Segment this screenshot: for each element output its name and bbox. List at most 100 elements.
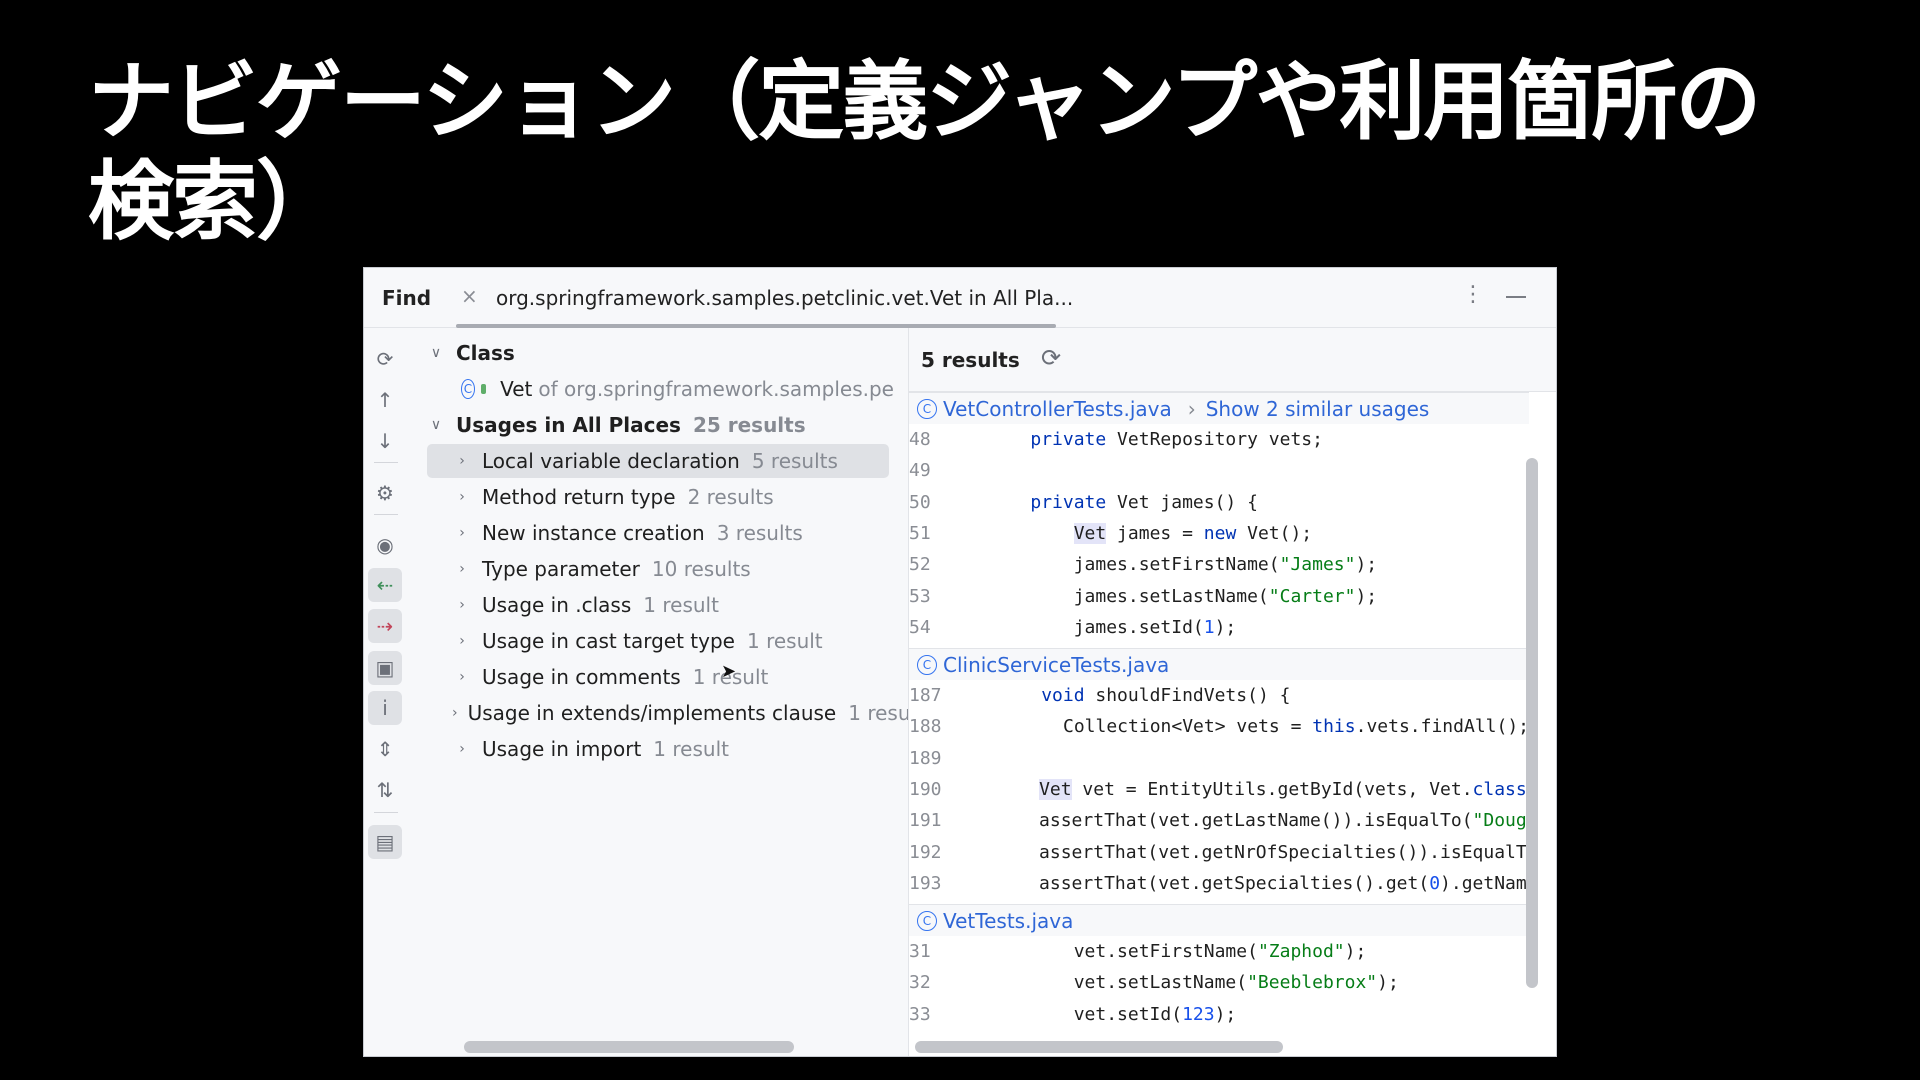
more-vertical-icon[interactable]: ⋮ (1462, 282, 1484, 307)
usage-file-name[interactable]: VetControllerTests.java (943, 397, 1172, 421)
folder-search-icon[interactable]: ▣ (368, 651, 402, 685)
code-line[interactable]: 50 private Vet james() { (909, 487, 1529, 518)
code-text: assertThat(vet.getNrOfSpecialties()).isE… (941, 841, 1529, 863)
chevron-right-icon[interactable]: › (452, 561, 472, 577)
line-number: 54 (909, 616, 931, 638)
code-line[interactable]: 53 james.setLastName("Carter"); (909, 581, 1529, 612)
usage-category-label: New instance creation (482, 521, 705, 545)
code-line[interactable]: 189 (909, 743, 1529, 774)
code-line[interactable]: 191 assertThat(vet.getLastName()).isEqua… (909, 805, 1529, 836)
usage-preview: 5 results ⟳ C VetControllerTests.java › Sho… (908, 328, 1556, 1056)
close-icon[interactable]: × (461, 284, 478, 308)
class-icon: C (917, 910, 937, 931)
refresh-icon[interactable]: ⟳ (368, 342, 402, 376)
code-line[interactable]: 49 (909, 455, 1529, 486)
chevron-right-icon[interactable]: › (452, 633, 472, 649)
code-line[interactable]: 33 vet.setId(123); (909, 999, 1529, 1030)
tree-group-class[interactable]: ∨ Class (414, 336, 894, 370)
code-text: vet.setId(123); (987, 1003, 1237, 1025)
tree-item-usage-category[interactable]: › New instance creation 3 results (414, 516, 894, 550)
eye-icon[interactable]: ◉ (368, 528, 402, 562)
code-line[interactable]: 54 james.setId(1); (909, 612, 1529, 643)
chevron-down-icon[interactable]: ∨ (426, 345, 446, 361)
tree-item-usage-category[interactable]: › Usage in import 1 result (414, 732, 894, 766)
tree-group-usages[interactable]: ∨ Usages in All Places 25 results (414, 408, 894, 442)
code-line[interactable]: 32 vet.setLastName("Beeblebrox"); (909, 967, 1529, 998)
usages-tree: ∨ Class C Vet of org.springframework.sam… (414, 328, 908, 1056)
code-line[interactable]: 188 Collection<Vet> vets = this.vets.fin… (909, 711, 1529, 742)
slide-title: ナビゲーション（定義ジャンプや利用箇所の検索） (88, 52, 1761, 252)
class-detail: of org.springframework.samples.pe (538, 377, 894, 401)
chevron-right-icon[interactable]: › (452, 489, 472, 505)
tree-group-label: Class (456, 341, 515, 365)
code-line[interactable]: 193 assertThat(vet.getSpecialties().get(… (909, 868, 1529, 899)
show-similar-usages-link[interactable]: › Show 2 similar usages (1188, 397, 1430, 421)
code-line[interactable]: 51 Vet james = new Vet(); (909, 518, 1529, 549)
chevron-right-icon[interactable]: › (452, 669, 472, 685)
tab-find-usages[interactable]: org.springframework.samples.petclinic.ve… (496, 286, 1073, 310)
mouse-cursor-icon: ➤ (721, 661, 737, 682)
tree-item-usage-category[interactable]: › Method return type 2 results (414, 480, 894, 514)
code-text: private VetRepository vets; (1030, 429, 1323, 450)
chevron-right-icon[interactable]: › (452, 705, 458, 721)
line-number: 189 (909, 747, 942, 769)
tree-item-usage-category[interactable]: › Usage in cast target type 1 result (414, 624, 894, 658)
usage-category-label: Usage in cast target type (482, 629, 735, 653)
arrow-down-icon[interactable]: ↓ (368, 424, 402, 458)
preview-header: 5 results ⟳ (909, 328, 1556, 392)
usage-file-name[interactable]: ClinicServiceTests.java (943, 653, 1169, 677)
code-text: vet.setFirstName("Zaphod"); (987, 941, 1367, 962)
code-text: james.setId(1); (987, 616, 1237, 638)
line-number: 193 (909, 872, 942, 894)
preview-horizontal-scrollbar[interactable] (915, 1041, 1283, 1053)
chevron-right-icon: › (1187, 396, 1196, 421)
write-access-icon[interactable]: ⇢ (368, 609, 402, 643)
tree-item-usage-category[interactable]: › Local variable declaration 5 results (427, 444, 889, 478)
info-icon[interactable]: i (368, 691, 402, 725)
tree-item-usage-category[interactable]: › Usage in .class 1 result (414, 588, 894, 622)
arrow-up-icon[interactable]: ↑ (368, 383, 402, 417)
code-line[interactable]: 48 private VetRepository vets; (909, 424, 1529, 455)
code-line[interactable]: 31 vet.setFirstName("Zaphod"); (909, 936, 1529, 967)
usage-file-header[interactable]: C VetTests.java (909, 904, 1529, 936)
code-text: assertThat(vet.getLastName()).isEqualTo(… (941, 810, 1529, 832)
show-similar-usages-label: Show 2 similar usages (1205, 396, 1430, 421)
usage-category-label: Usage in import (482, 737, 642, 761)
gear-icon[interactable]: ⚙ (368, 476, 402, 510)
expand-all-icon[interactable]: ⇕ (368, 732, 402, 766)
tree-item-usage-category[interactable]: › Usage in comments 1 result (414, 660, 894, 694)
line-number: 190 (909, 778, 942, 800)
minimize-icon[interactable] (1506, 296, 1526, 298)
code-line[interactable]: 187 void shouldFindVets() { (909, 680, 1529, 711)
usage-file-header[interactable]: C ClinicServiceTests.java (909, 648, 1529, 680)
code-text: private Vet james() { (1030, 491, 1258, 513)
lock-icon (480, 384, 487, 394)
tree-item-usage-category[interactable]: › Type parameter 10 results (414, 552, 894, 586)
usage-category-count: 1 result (643, 593, 719, 617)
code-text: james.setFirstName("James"); (987, 554, 1378, 576)
preview-icon[interactable]: ▤ (368, 825, 402, 859)
usage-file-name[interactable]: VetTests.java (943, 909, 1073, 933)
chevron-right-icon[interactable]: › (452, 597, 472, 613)
preview-vertical-scrollbar[interactable] (1526, 458, 1538, 988)
chevron-right-icon[interactable]: › (452, 453, 472, 469)
code-line[interactable]: 190 Vet vet = EntityUtils.getById(vets, … (909, 774, 1529, 805)
usage-category-label: Usage in comments (482, 665, 681, 689)
chevron-right-icon[interactable]: › (452, 525, 472, 541)
usage-file-header[interactable]: C VetControllerTests.java › Show 2 similar … (909, 392, 1529, 424)
code-line[interactable]: 192 assertThat(vet.getNrOfSpecialties())… (909, 837, 1529, 868)
tree-horizontal-scrollbar[interactable] (464, 1041, 794, 1053)
usage-category-count: 3 results (716, 521, 803, 545)
toolbar-divider (374, 514, 398, 515)
read-access-icon[interactable]: ⇠ (368, 568, 402, 602)
chevron-right-icon[interactable]: › (452, 741, 472, 757)
tree-item-vet-class[interactable]: C Vet of org.springframework.samples.pe (414, 372, 894, 406)
code-text: Vet james = new Vet(); (1073, 522, 1313, 544)
code-line[interactable]: 52 james.setFirstName("James"); (909, 549, 1529, 580)
refresh-icon[interactable]: ⟳ (1041, 344, 1061, 372)
chevron-down-icon[interactable]: ∨ (426, 417, 446, 433)
usage-category-count: 5 results (751, 449, 838, 473)
left-toolbar: ⟳ ↑ ↓ ⚙ ◉ ⇠ ⇢ ▣ i ⇕ ⇅ ▤ (364, 328, 414, 1056)
collapse-all-icon[interactable]: ⇅ (368, 773, 402, 807)
tree-item-usage-category[interactable]: › Usage in extends/implements clause 1 res… (414, 696, 908, 730)
